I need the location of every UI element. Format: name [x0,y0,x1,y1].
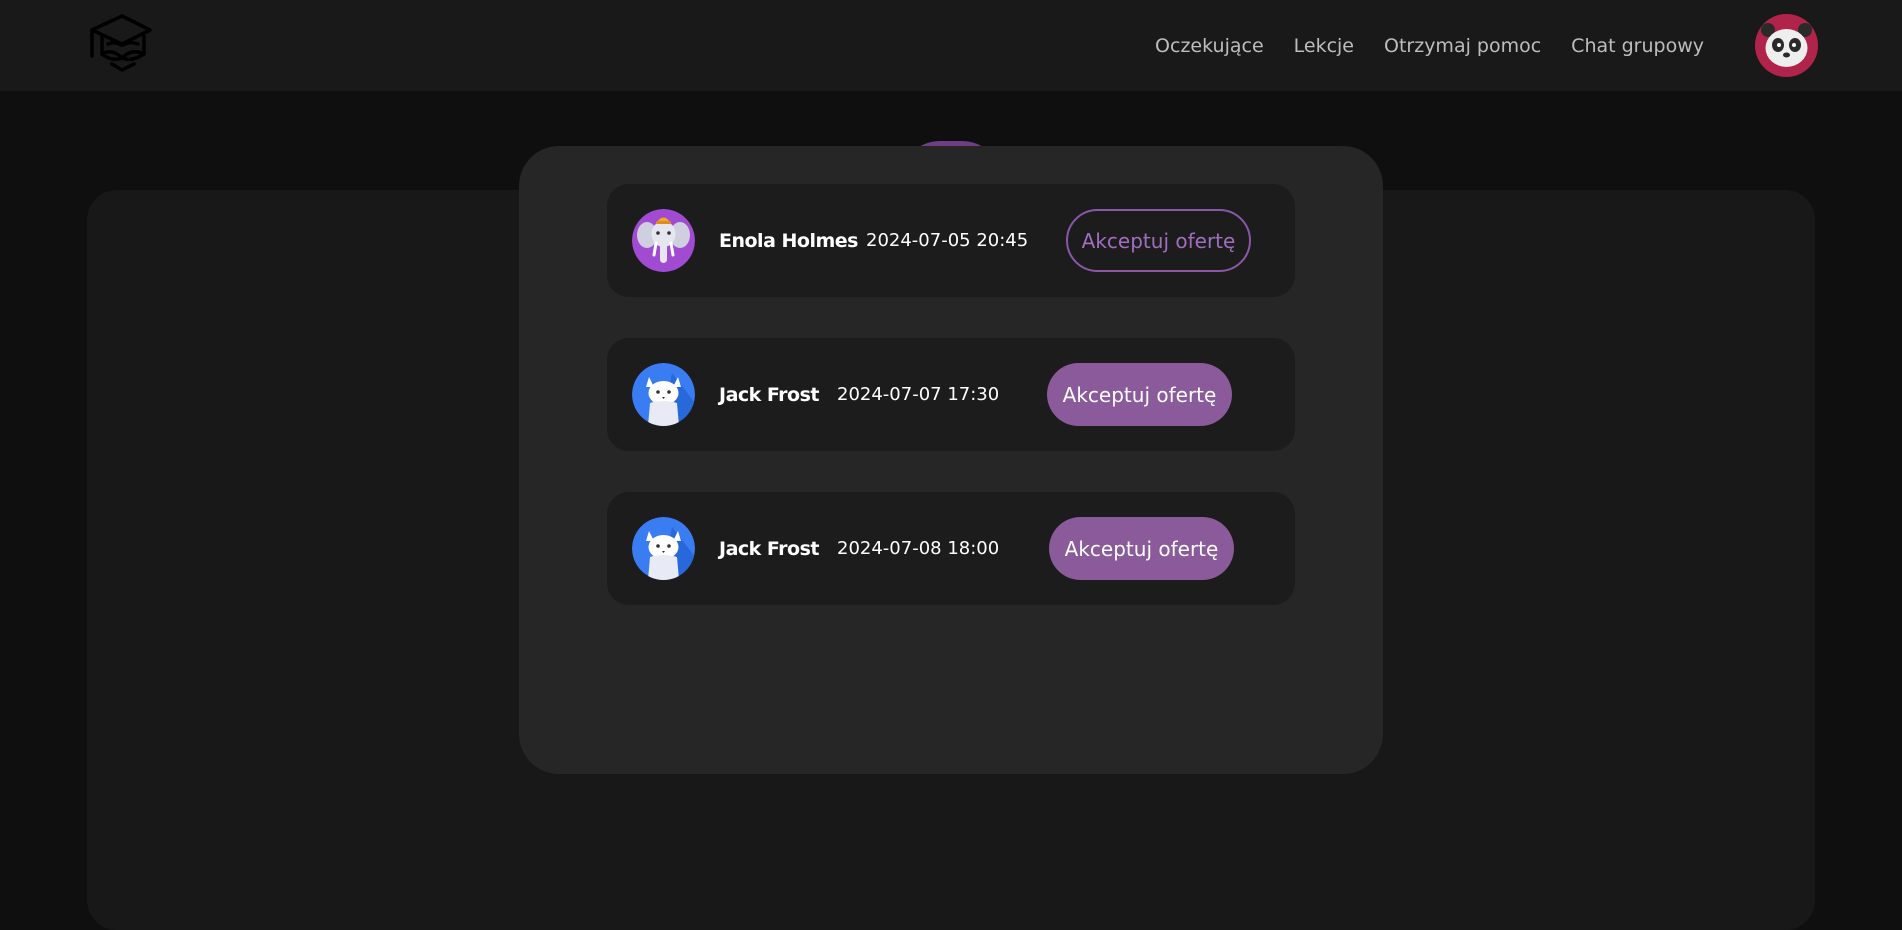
offer-card: Enola Holmes 2024-07-05 20:45 Akceptuj o… [607,184,1295,297]
accept-offer-button[interactable]: Akceptuj ofertę [1066,209,1251,272]
offer-name: Jack Frost [719,537,819,560]
graduation-cap-logo-icon[interactable] [88,12,154,76]
accept-offer-button[interactable]: Akceptuj ofertę [1049,517,1234,580]
nav-link-group-chat[interactable]: Chat grupowy [1571,35,1704,57]
accept-offer-button[interactable]: Akceptuj ofertę [1047,363,1232,426]
cat-avatar-icon [632,363,695,426]
nav-link-pending[interactable]: Oczekujące [1155,35,1264,57]
offer-date: 2024-07-07 17:30 [837,384,1000,405]
nav-links: Oczekujące Lekcje Otrzymaj pomoc Chat gr… [1155,0,1704,91]
offer-card: Jack Frost 2024-07-08 18:00 Akceptuj ofe… [607,492,1295,605]
offer-card: Jack Frost 2024-07-07 17:30 Akceptuj ofe… [607,338,1295,451]
nav-link-get-help[interactable]: Otrzymaj pomoc [1384,35,1541,57]
offer-date: 2024-07-05 20:45 [866,230,1029,251]
offers-modal: Enola Holmes 2024-07-05 20:45 Akceptuj o… [519,146,1383,774]
cat-avatar-icon [632,517,695,580]
offer-date: 2024-07-08 18:00 [837,538,1000,559]
user-avatar-panda-icon[interactable] [1755,14,1818,77]
offer-name: Enola Holmes [719,229,858,252]
navbar: Oczekujące Lekcje Otrzymaj pomoc Chat gr… [0,0,1902,91]
elephant-avatar-icon [632,209,695,272]
offer-name: Jack Frost [719,383,819,406]
nav-link-lessons[interactable]: Lekcje [1294,35,1354,57]
